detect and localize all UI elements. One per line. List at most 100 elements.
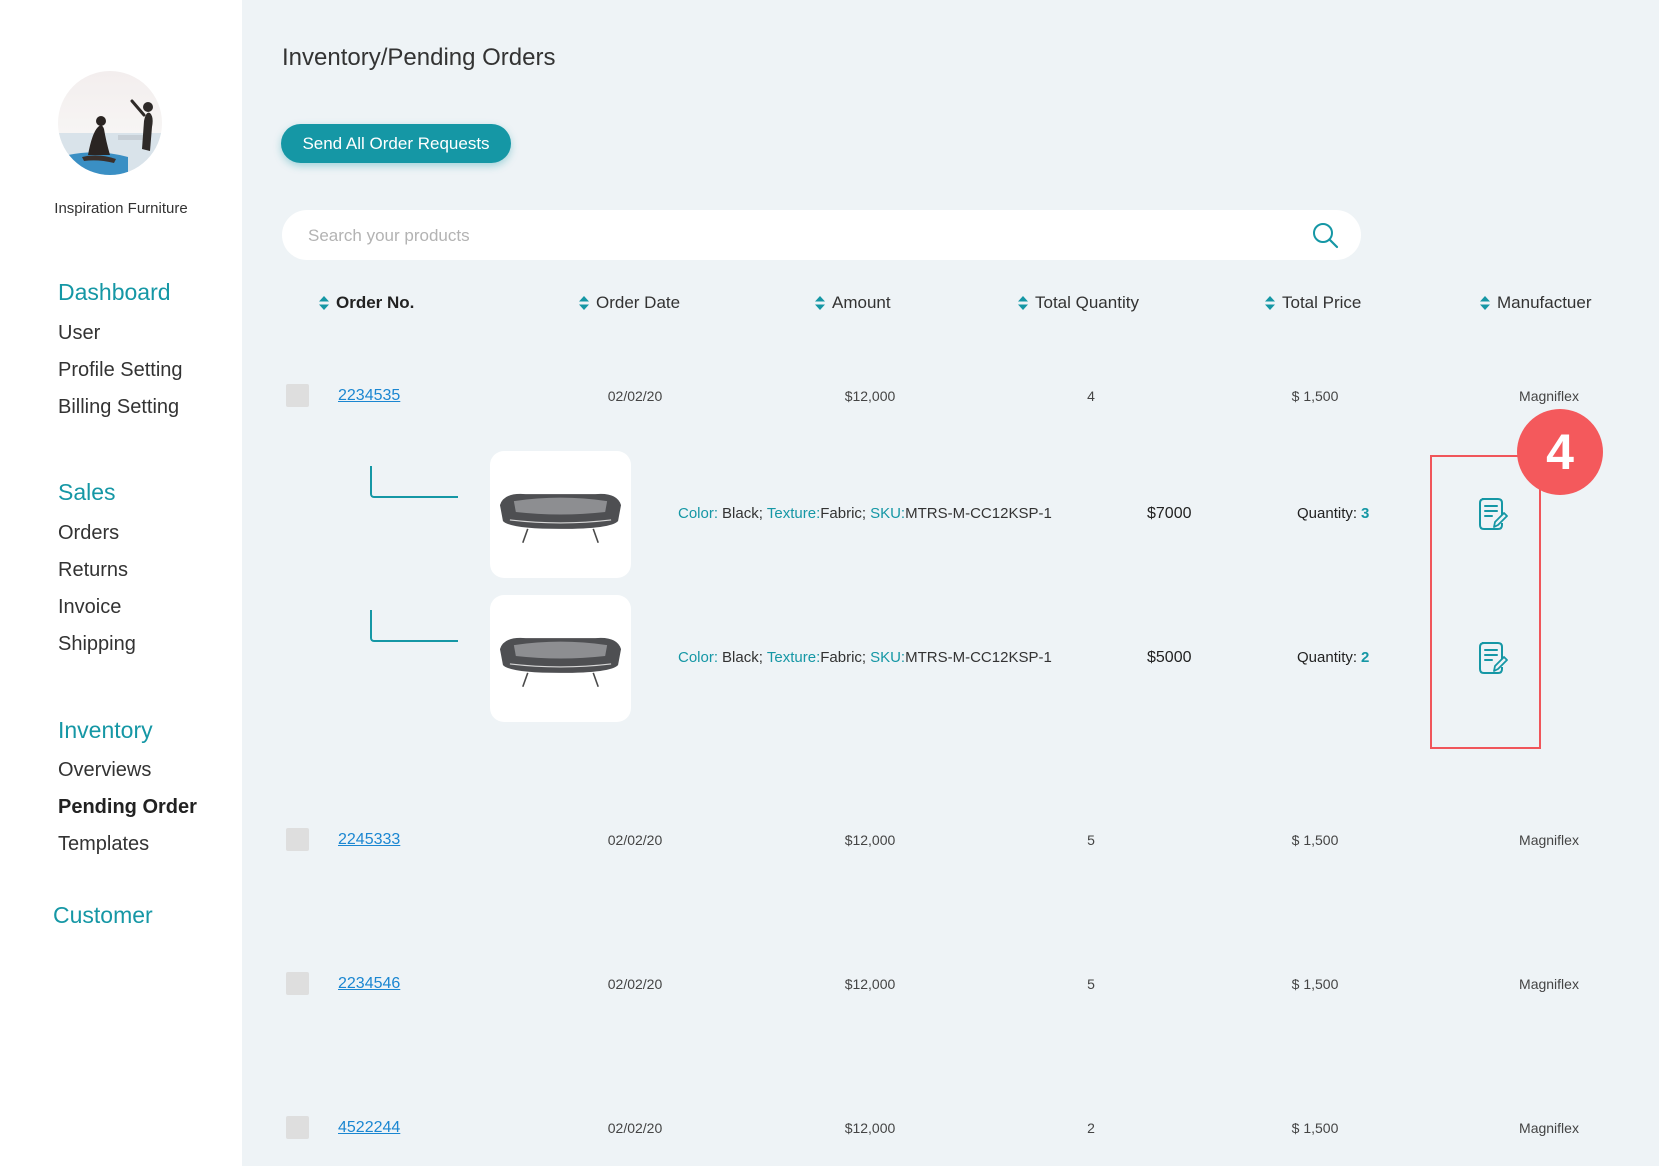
color-value: Black <box>722 649 759 666</box>
texture-label: Texture: <box>766 649 821 666</box>
annotation-highlight-box <box>1430 455 1541 749</box>
sidebar-item-profile-setting[interactable]: Profile Setting <box>58 358 183 382</box>
quantity-label: Quantity: <box>1297 505 1358 522</box>
item-quantity: Quantity: 3 <box>1297 504 1369 524</box>
avatar[interactable] <box>58 71 162 175</box>
sidebar-item-templates[interactable]: Templates <box>58 832 149 856</box>
texture-value: Fabric <box>820 505 862 522</box>
sidebar-item-billing-setting[interactable]: Billing Setting <box>58 395 179 419</box>
amount-cell: $12,000 <box>844 976 896 992</box>
tree-connector <box>370 610 458 642</box>
sofa-image <box>499 493 622 544</box>
nav-section-customer[interactable]: Customer <box>53 901 153 929</box>
column-label: Total Quantity <box>1035 293 1139 312</box>
product-attributes: Color: Black; Texture:Fabric; SKU:MTRS-M-CC… <box>678 648 1052 668</box>
amount-cell: $12,000 <box>844 832 896 848</box>
sort-icon <box>815 296 825 310</box>
sofa-image <box>499 637 622 688</box>
total-quantity-cell: 4 <box>1087 388 1095 404</box>
column-header-amount[interactable]: Amount <box>815 291 891 315</box>
quantity-value: 3 <box>1361 505 1370 522</box>
sku-label: SKU: <box>870 505 906 522</box>
column-label: Total Price <box>1282 293 1362 312</box>
annotation-step-badge: 4 <box>1517 409 1603 495</box>
column-header-manufacturer[interactable]: Manufactuer <box>1480 291 1592 315</box>
search-bar <box>282 210 1361 262</box>
order-number-link[interactable]: 2234546 <box>338 974 400 994</box>
search-icon[interactable] <box>1311 221 1339 249</box>
tree-connector <box>370 466 458 498</box>
sku-label: SKU: <box>870 649 906 666</box>
right-margin <box>1659 0 1671 1166</box>
sidebar-item-orders[interactable]: Orders <box>58 521 119 545</box>
send-all-order-requests-button[interactable]: Send All Order Requests <box>281 124 511 163</box>
amount-cell: $12,000 <box>844 388 896 404</box>
total-price-cell: $ 1,500 <box>1291 832 1339 848</box>
sidebar-item-overviews[interactable]: Overviews <box>58 758 151 782</box>
row-checkbox[interactable] <box>286 384 309 407</box>
column-header-order-no[interactable]: Order No. <box>319 291 414 315</box>
color-label: Color: <box>678 649 719 666</box>
row-checkbox[interactable] <box>286 972 309 995</box>
separator: ; <box>758 649 763 666</box>
order-date-cell: 02/02/20 <box>607 976 663 992</box>
sidebar-item-shipping[interactable]: Shipping <box>58 632 136 656</box>
nav-section-inventory[interactable]: Inventory <box>58 716 153 744</box>
manufacturer-cell: Magniflex <box>1519 976 1579 992</box>
order-date-cell: 02/02/20 <box>607 388 663 404</box>
column-label: Manufactuer <box>1497 293 1592 312</box>
texture-label: Texture: <box>766 505 821 522</box>
order-number-link[interactable]: 2245333 <box>338 830 400 850</box>
row-checkbox[interactable] <box>286 828 309 851</box>
total-quantity-cell: 5 <box>1087 976 1095 992</box>
sidebar-item-pending-order[interactable]: Pending Order <box>58 795 197 819</box>
separator: ; <box>861 505 867 522</box>
page-title: Inventory/Pending Orders <box>282 44 556 71</box>
order-date-cell: 02/02/20 <box>607 832 663 848</box>
total-quantity-cell: 2 <box>1087 1120 1095 1136</box>
manufacturer-cell: Magniflex <box>1519 388 1579 404</box>
amount-cell: $12,000 <box>844 1120 896 1136</box>
product-thumbnail[interactable] <box>490 451 631 578</box>
sku-value: MTRS-M-CC12KSP-1 <box>905 649 1052 666</box>
item-price: $5000 <box>1147 649 1192 666</box>
column-label: Order Date <box>596 293 681 312</box>
column-header-total-quantity[interactable]: Total Quantity <box>1018 291 1139 315</box>
company-name: Inspiration Furniture <box>54 200 188 217</box>
sidebar-item-returns[interactable]: Returns <box>58 558 128 582</box>
order-number-link[interactable]: 4522244 <box>338 1118 400 1138</box>
color-label: Color: <box>678 505 719 522</box>
sort-icon <box>319 296 329 310</box>
texture-value: Fabric <box>820 649 862 666</box>
order-date-cell: 02/02/20 <box>607 1120 663 1136</box>
total-quantity-cell: 5 <box>1087 832 1095 848</box>
manufacturer-cell: Magniflex <box>1519 832 1579 848</box>
sort-icon <box>579 296 589 310</box>
item-quantity: Quantity: 2 <box>1297 648 1369 668</box>
total-price-cell: $ 1,500 <box>1291 1120 1339 1136</box>
search-input[interactable] <box>306 210 1270 262</box>
sort-icon <box>1265 296 1275 310</box>
row-checkbox[interactable] <box>286 1116 309 1139</box>
manufacturer-cell: Magniflex <box>1519 1120 1579 1136</box>
separator: ; <box>758 505 763 522</box>
column-label: Amount <box>832 293 891 312</box>
sidebar-item-user[interactable]: User <box>58 321 100 345</box>
nav-section-dashboard[interactable]: Dashboard <box>58 278 171 306</box>
order-number-link[interactable]: 2234535 <box>338 386 400 406</box>
color-value: Black <box>722 505 759 522</box>
column-label: Order No. <box>336 293 415 312</box>
sidebar-item-invoice[interactable]: Invoice <box>58 595 121 619</box>
product-thumbnail[interactable] <box>490 595 631 722</box>
column-header-total-price[interactable]: Total Price <box>1265 291 1361 315</box>
item-price: $7000 <box>1147 505 1192 522</box>
separator: ; <box>861 649 867 666</box>
product-attributes: Color: Black; Texture:Fabric; SKU:MTRS-M-CC… <box>678 504 1052 524</box>
total-price-cell: $ 1,500 <box>1291 976 1339 992</box>
nav-section-sales[interactable]: Sales <box>58 478 116 506</box>
total-price-cell: $ 1,500 <box>1291 388 1339 404</box>
quantity-label: Quantity: <box>1297 649 1358 666</box>
column-header-order-date[interactable]: Order Date <box>579 291 680 315</box>
sort-icon <box>1480 296 1490 310</box>
quantity-value: 2 <box>1361 649 1370 666</box>
